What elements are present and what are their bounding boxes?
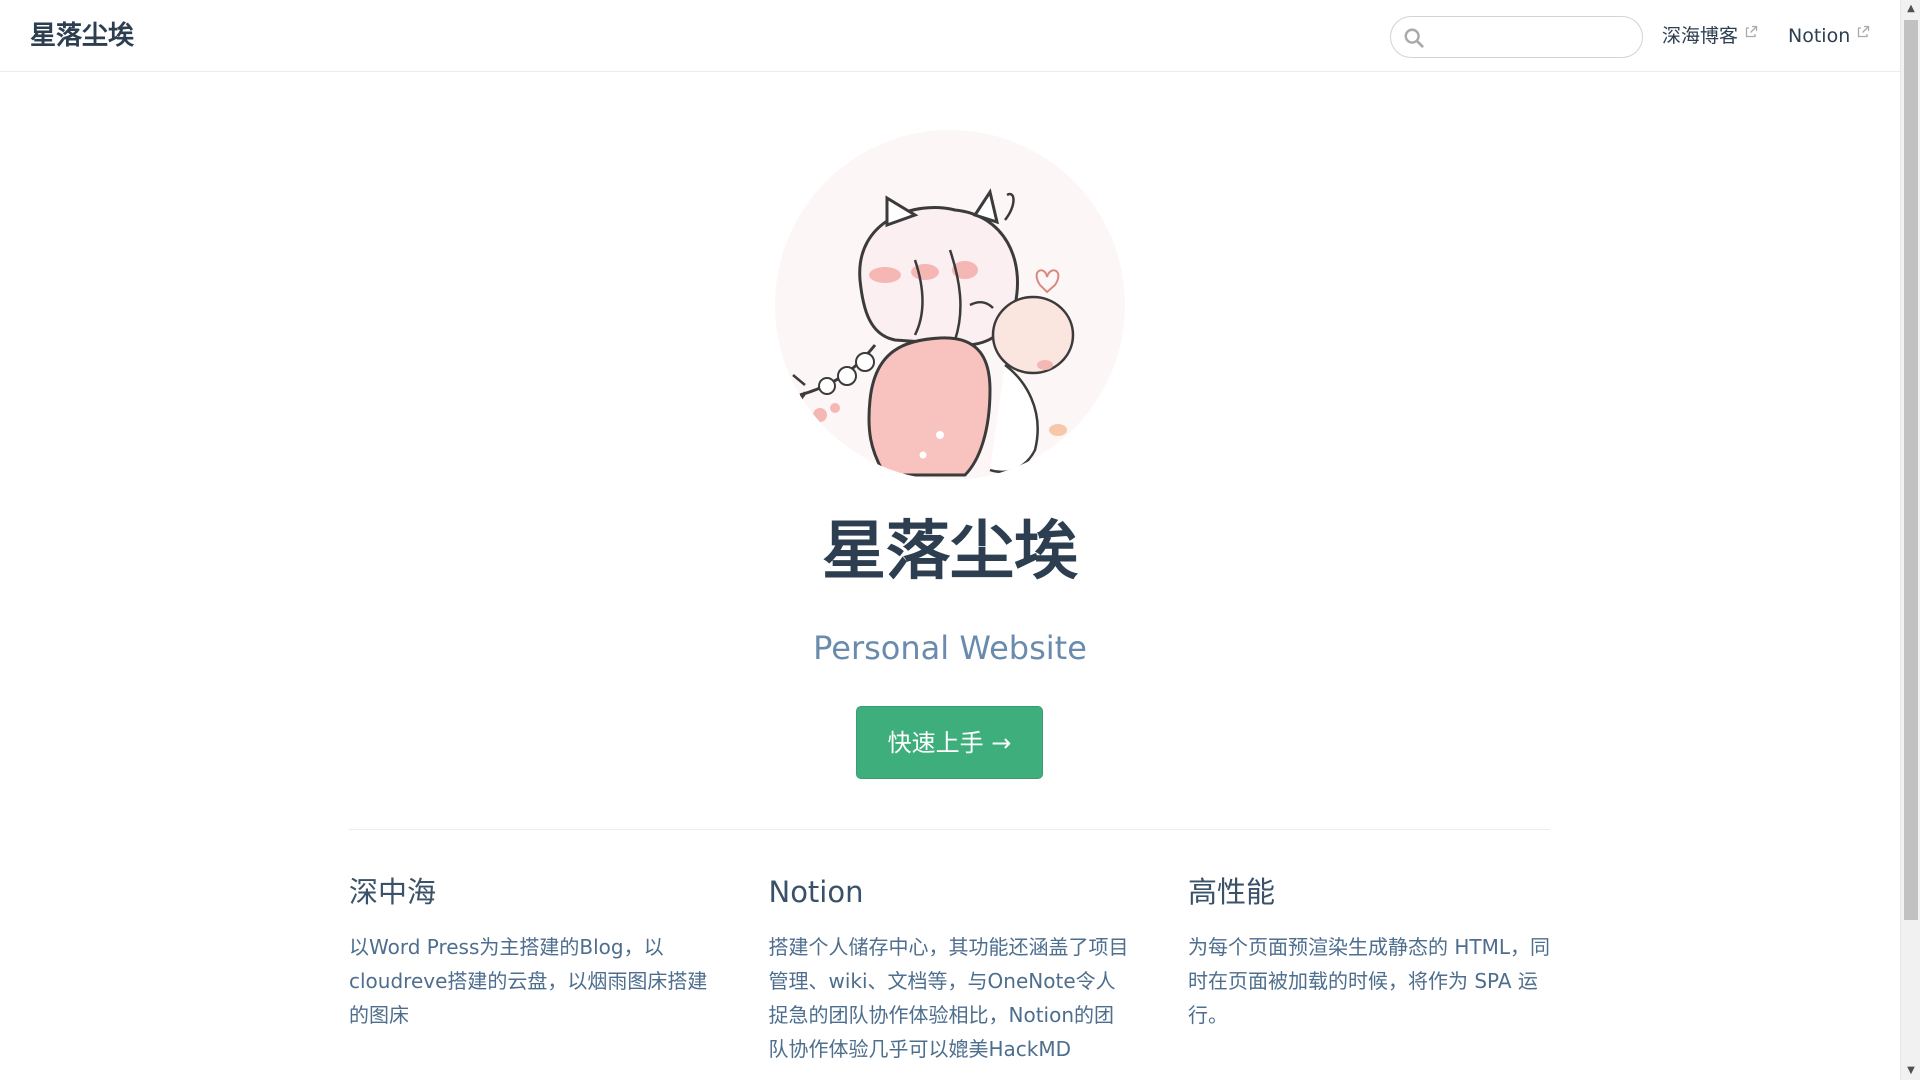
search-box[interactable] <box>1390 16 1643 58</box>
nav-link-label: Notion <box>1788 25 1851 47</box>
features: 深中海 以Word Press为主搭建的Blog，以cloudreve搭建的云盘… <box>349 872 1550 1066</box>
feature-item: 高性能 为每个页面预渲染生成静态的 HTML，同时在页面被加载的时候，将作为 S… <box>1188 872 1550 1066</box>
external-link-icon <box>1858 25 1870 38</box>
feature-item: 深中海 以Word Press为主搭建的Blog，以cloudreve搭建的云盘… <box>349 872 711 1066</box>
vertical-scrollbar[interactable]: ▲ ▼ <box>1900 0 1920 1080</box>
hero-avatar-image <box>775 130 1125 480</box>
features-divider <box>349 829 1550 830</box>
feature-title: 高性能 <box>1188 875 1276 909</box>
feature-title: Notion <box>768 875 864 909</box>
search-input[interactable] <box>1435 17 1635 57</box>
hero-description: Personal Website <box>813 629 1087 667</box>
scroll-up-arrow-icon[interactable]: ▲ <box>1901 0 1920 18</box>
feature-details: 搭建个人储存中心，其功能还涵盖了项目管理、wiki、文档等，与OneNote令人… <box>768 935 1129 1061</box>
hero-title: 星落尘埃 <box>822 515 1078 589</box>
scroll-down-arrow-icon[interactable]: ▼ <box>1901 1062 1920 1080</box>
feature-item: Notion 搭建个人储存中心，其功能还涵盖了项目管理、wiki、文档等，与On… <box>769 872 1131 1066</box>
nav-link-deep-sea-blog[interactable]: 深海博客 <box>1662 22 1758 50</box>
navbar: 星落尘埃 深海博客 Notion <box>0 0 1900 72</box>
scrollbar-thumb[interactable] <box>1904 20 1918 920</box>
feature-details: 为每个页面预渲染生成静态的 HTML，同时在页面被加载的时候，将作为 SPA 运… <box>1188 935 1551 1027</box>
nav-link-notion[interactable]: Notion <box>1788 22 1870 50</box>
site-name-link[interactable]: 星落尘埃 <box>30 18 134 54</box>
feature-details: 以Word Press为主搭建的Blog，以cloudreve搭建的云盘，以烟雨… <box>349 935 708 1027</box>
feature-title: 深中海 <box>349 875 437 909</box>
external-link-icon <box>1745 25 1758 38</box>
nav-links: 深海博客 Notion <box>1662 22 1870 50</box>
anime-girl-illustration <box>775 130 1125 480</box>
get-started-button[interactable]: 快速上手 → <box>856 706 1043 779</box>
nav-link-label: 深海博客 <box>1662 25 1739 47</box>
search-icon <box>1404 28 1424 48</box>
